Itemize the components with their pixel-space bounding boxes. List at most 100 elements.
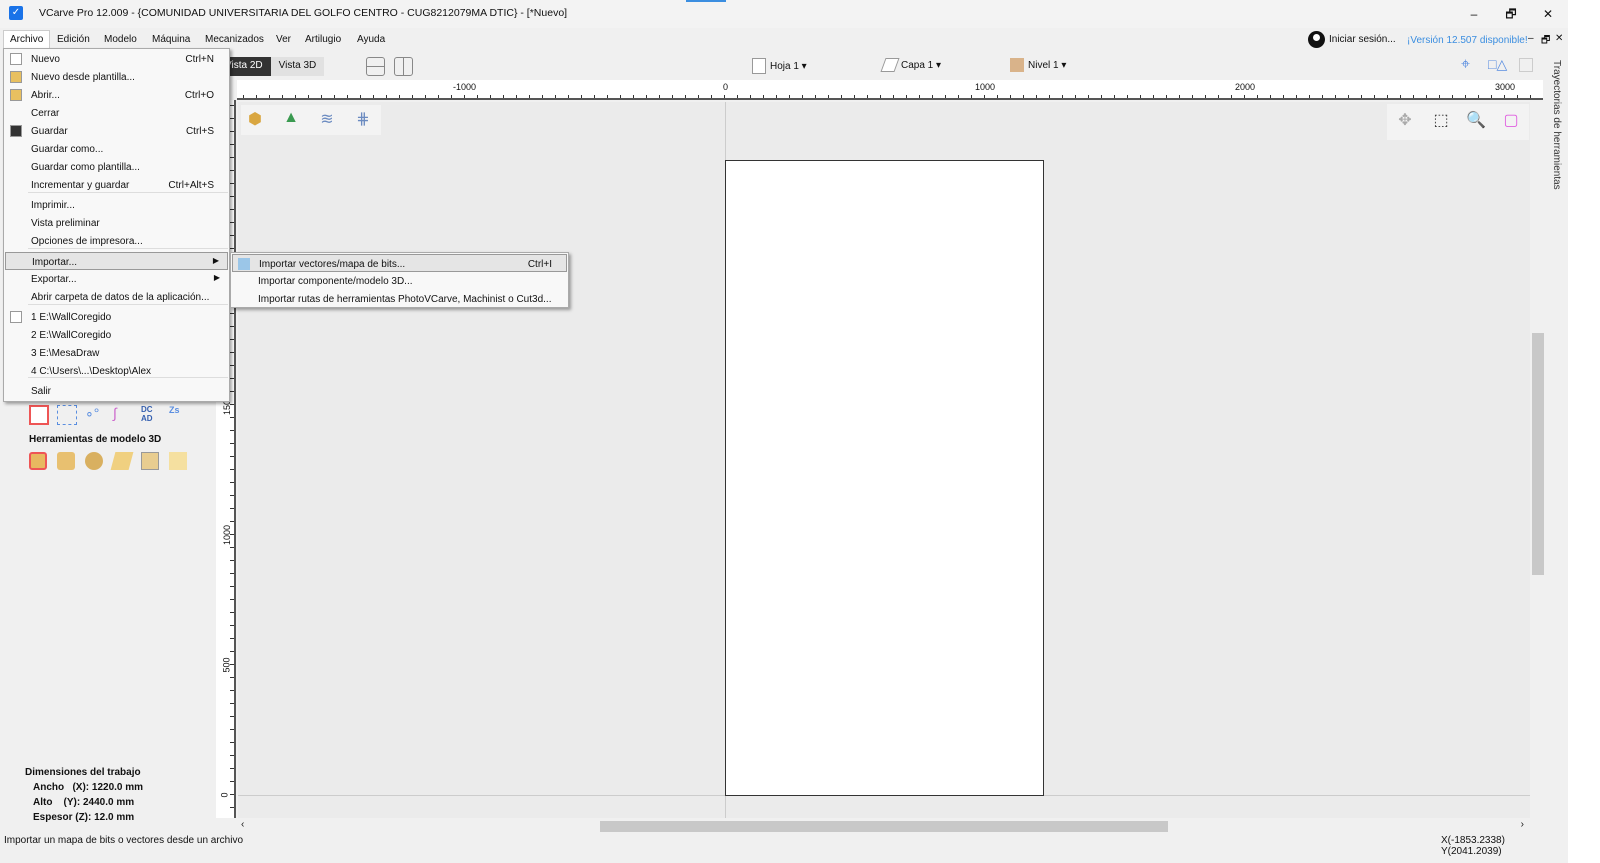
close-button[interactable]: ✕	[1533, 4, 1563, 24]
doc-restore-button[interactable]: 🗗	[1541, 33, 1550, 50]
split-horizontal-icon[interactable]	[366, 57, 385, 76]
ruler-tick	[230, 443, 234, 444]
3d-model-icon[interactable]: ⬢	[243, 109, 267, 129]
curve-icon[interactable]: ∫	[113, 405, 133, 425]
ruler-tick	[672, 95, 673, 98]
file-menu-item[interactable]: Nuevo desde plantilla...	[5, 68, 228, 86]
text-tool-icon[interactable]: Zs	[169, 405, 189, 425]
bitmap-icon[interactable]: ▲	[279, 109, 303, 127]
ruler-tick	[1062, 95, 1063, 98]
sheet-dropdown[interactable]: Hoja 1 ▾	[752, 58, 807, 74]
ruler-tick	[646, 95, 647, 98]
doc-close-button[interactable]: ✕	[1555, 33, 1563, 44]
split-vertical-icon[interactable]	[394, 57, 413, 76]
toolpaths-panel-tab[interactable]: Trayectorias de herramientas	[1546, 60, 1562, 190]
ruler-tick	[1049, 95, 1050, 98]
import-submenu-item[interactable]: Importar componente/modelo 3D...	[232, 272, 567, 290]
menu-ver[interactable]: Ver	[276, 34, 291, 45]
zoom-box-icon[interactable]: ⬚	[1429, 110, 1453, 130]
doc-minimize-button[interactable]: –	[1528, 33, 1534, 44]
file-menu-item[interactable]: Vista preliminar	[5, 214, 228, 232]
menu-archivo[interactable]: Archivo	[3, 30, 51, 49]
ruler-tick	[1270, 95, 1271, 98]
toolpath-icon[interactable]: ≋	[315, 109, 339, 129]
file-menu-item[interactable]: Guardar como plantilla...	[5, 158, 228, 176]
grid-icon[interactable]	[1519, 58, 1533, 72]
level-label: Nivel 1 ▾	[1028, 59, 1067, 71]
shapes-icon[interactable]: □△	[1488, 56, 1507, 73]
file-menu-item[interactable]: Salir	[5, 382, 228, 400]
nesting-icon[interactable]: DC AD	[141, 405, 161, 425]
ruler-tick	[1283, 95, 1284, 98]
version-link[interactable]: ¡Versión 12.507 disponible!	[1407, 35, 1528, 46]
file-menu-item[interactable]: Importar... ▶	[5, 252, 228, 270]
zoom-selection-icon[interactable]: ▢	[1499, 110, 1523, 130]
minimize-button[interactable]: –	[1459, 4, 1489, 24]
file-menu-item[interactable]: Imprimir...	[5, 196, 228, 214]
texture-icon[interactable]	[110, 452, 134, 470]
stack-icon[interactable]	[85, 452, 103, 470]
menu-item-icon	[10, 71, 22, 83]
ruler-tick	[945, 95, 946, 98]
pan-icon[interactable]: ✥	[1393, 110, 1417, 130]
tab-3d-view[interactable]: Vista 3D	[270, 57, 325, 76]
signin-button[interactable]: Iniciar sesión...	[1308, 31, 1396, 48]
ruler-tick	[529, 95, 530, 98]
ruler-tick	[230, 456, 234, 457]
ruler-tick	[698, 95, 699, 98]
model-clip-icon[interactable]	[29, 452, 47, 470]
fade-icon[interactable]	[141, 452, 159, 470]
file-menu-item[interactable]: Nuevo Ctrl+N	[5, 50, 228, 68]
menu-item-icon	[10, 89, 22, 101]
ruler-tick	[308, 95, 309, 98]
rectangle-select-icon[interactable]	[29, 405, 49, 425]
title-bar: ✓ VCarve Pro 12.009 - {COMUNIDAD UNIVERS…	[0, 0, 1568, 28]
import-submenu-item[interactable]: Importar vectores/mapa de bits... Ctrl+I	[232, 254, 567, 272]
circle-array-icon[interactable]: ∘°	[85, 405, 105, 425]
horizontal-scroll-thumb[interactable]	[600, 821, 1168, 832]
job-width: Ancho (X): 1220.0 mm	[33, 782, 144, 793]
menu-mecanizados[interactable]: Mecanizados	[205, 34, 264, 45]
vertical-scroll-thumb[interactable]	[1532, 333, 1544, 575]
ruler-tick	[1452, 95, 1453, 98]
ruler-tick	[230, 365, 234, 366]
file-menu-item[interactable]: Guardar como...	[5, 140, 228, 158]
layer-dropdown[interactable]: Capa 1 ▾	[880, 58, 941, 72]
import-submenu-item[interactable]: Importar rutas de herramientas PhotoVCar…	[232, 290, 567, 308]
ruler-tick	[230, 807, 234, 808]
file-menu-item[interactable]: Exportar... ▶	[5, 270, 228, 288]
ruler-tick	[230, 521, 234, 522]
material-sheet[interactable]	[725, 160, 1044, 796]
ruler-tick	[451, 95, 452, 98]
ruler-tick	[1322, 95, 1323, 98]
toolpath-preview-icon[interactable]: ⋕	[351, 109, 375, 129]
menu-item-label: Guardar como...	[31, 144, 104, 155]
job-dimensions-title: Dimensiones del trabajo	[25, 767, 141, 778]
file-menu-item[interactable]: Guardar Ctrl+S	[5, 122, 228, 140]
ruler-tick	[1400, 95, 1401, 98]
array-icon[interactable]	[57, 405, 77, 425]
model-tools-title: Herramientas de modelo 3D	[29, 434, 162, 445]
snap-icon[interactable]: ⌖	[1461, 56, 1470, 74]
menu-artilugio[interactable]: Artilugio	[305, 34, 341, 45]
menu-ayuda[interactable]: Ayuda	[357, 34, 385, 45]
add-model-icon[interactable]	[169, 452, 187, 470]
split-model-icon[interactable]	[57, 452, 75, 470]
file-menu-item[interactable]: Abrir... Ctrl+O	[5, 86, 228, 104]
menu-maquina[interactable]: Máquina	[152, 34, 190, 45]
ruler-tick	[1530, 95, 1531, 98]
zoom-page-icon[interactable]: 🔍	[1464, 110, 1488, 130]
sheet-label: Hoja 1 ▾	[770, 60, 807, 72]
file-menu-item[interactable]: 2 E:\WallCoregido	[5, 326, 228, 344]
ruler-tick	[555, 95, 556, 98]
restore-button[interactable]: 🗗	[1496, 4, 1526, 24]
file-menu-item[interactable]: Cerrar	[5, 104, 228, 122]
level-dropdown[interactable]: Nivel 1 ▾	[1010, 58, 1066, 72]
file-menu-item[interactable]: 1 E:\WallCoregido	[5, 308, 228, 326]
ruler-tick	[854, 95, 855, 98]
file-menu-item[interactable]: 3 E:\MesaDraw	[5, 344, 228, 362]
ruler-tick	[360, 95, 361, 98]
menu-edicion[interactable]: Edición	[57, 34, 90, 45]
menu-item-label: 2 E:\WallCoregido	[31, 330, 112, 341]
menu-modelo[interactable]: Modelo	[104, 34, 137, 45]
